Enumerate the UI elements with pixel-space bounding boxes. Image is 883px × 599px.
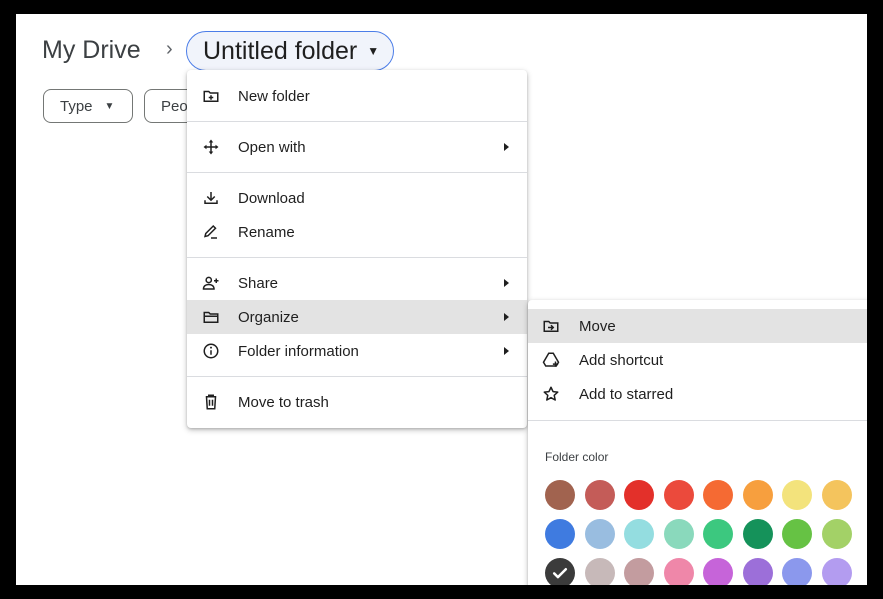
- folder-color-swatch[interactable]: [782, 480, 812, 510]
- folder-color-swatch[interactable]: [742, 558, 773, 585]
- share-icon: [201, 273, 221, 293]
- folder-color-swatch[interactable]: [821, 558, 852, 585]
- trash-icon: [201, 392, 221, 412]
- folder-color-swatch[interactable]: [663, 519, 694, 549]
- submenu-item-label: Add to starred: [579, 385, 674, 403]
- folder-color-swatch[interactable]: [624, 480, 654, 510]
- add-shortcut-icon: [541, 350, 561, 370]
- folder-color-swatch[interactable]: [703, 558, 733, 585]
- organize-icon: [201, 307, 221, 327]
- submenu-item-add-shortcut[interactable]: Add shortcut: [528, 343, 867, 377]
- submenu-arrow-icon: [504, 347, 509, 355]
- submenu-item-label: Move: [579, 317, 616, 335]
- menu-item-label: Move to trash: [238, 393, 329, 411]
- context-menu: New folder Open with Download Rename Sha…: [187, 70, 527, 428]
- breadcrumb-separator-icon: ›: [166, 38, 173, 60]
- menu-item-label: Organize: [238, 308, 299, 326]
- open-with-icon: [201, 137, 221, 157]
- folder-color-swatch[interactable]: [821, 519, 852, 549]
- rename-icon: [201, 222, 221, 242]
- drive-window: My Drive › Untitled folder ▼ Type ▼ Peo …: [16, 14, 867, 585]
- menu-divider: [528, 420, 867, 421]
- submenu-arrow-icon: [504, 143, 509, 151]
- folder-color-swatch[interactable]: [782, 519, 812, 549]
- people-filter-label: Peo: [161, 97, 188, 115]
- menu-item-open-with[interactable]: Open with: [187, 130, 527, 164]
- organize-submenu: Move Add shortcut Add to starred Folder …: [528, 300, 867, 585]
- breadcrumb-my-drive[interactable]: My Drive: [42, 36, 141, 65]
- current-folder-label: Untitled folder: [203, 36, 358, 65]
- folder-color-swatch[interactable]: [782, 558, 812, 585]
- menu-divider: [187, 172, 527, 173]
- menu-item-new-folder[interactable]: New folder: [187, 79, 527, 113]
- submenu-item-move[interactable]: Move: [528, 309, 867, 343]
- menu-item-label: Open with: [238, 138, 306, 156]
- folder-color-swatch[interactable]: [584, 558, 615, 585]
- type-filter-label: Type: [60, 97, 93, 115]
- new-folder-icon: [201, 86, 221, 106]
- menu-divider: [187, 257, 527, 258]
- type-filter-chip[interactable]: Type ▼: [43, 89, 133, 123]
- breadcrumb-current-folder-button[interactable]: Untitled folder ▼: [186, 31, 395, 71]
- move-icon: [541, 316, 561, 336]
- folder-color-swatch[interactable]: [584, 519, 615, 549]
- folder-color-swatch[interactable]: [545, 519, 575, 549]
- submenu-item-label: Add shortcut: [579, 351, 664, 369]
- caret-down-icon: ▼: [367, 44, 380, 58]
- menu-item-download[interactable]: Download: [187, 181, 527, 215]
- submenu-arrow-icon: [504, 279, 509, 287]
- folder-color-swatch[interactable]: [545, 558, 575, 585]
- star-icon: [541, 384, 561, 404]
- folder-color-swatch[interactable]: [663, 480, 694, 510]
- menu-item-organize[interactable]: Organize: [187, 300, 527, 334]
- submenu-item-add-to-starred[interactable]: Add to starred: [528, 377, 867, 411]
- menu-item-share[interactable]: Share: [187, 266, 527, 300]
- folder-color-swatch[interactable]: [742, 480, 773, 510]
- folder-color-swatch[interactable]: [703, 480, 733, 510]
- menu-item-rename[interactable]: Rename: [187, 215, 527, 249]
- menu-item-label: Rename: [238, 223, 295, 241]
- folder-color-swatch[interactable]: [703, 519, 733, 549]
- menu-divider: [187, 376, 527, 377]
- folder-color-swatch[interactable]: [545, 480, 575, 510]
- submenu-arrow-icon: [504, 313, 509, 321]
- menu-item-label: Download: [238, 189, 305, 207]
- menu-divider: [187, 121, 527, 122]
- menu-item-label: New folder: [238, 87, 310, 105]
- menu-item-label: Share: [238, 274, 279, 292]
- folder-color-swatch[interactable]: [624, 519, 654, 549]
- folder-color-swatch[interactable]: [742, 519, 773, 549]
- folder-color-swatch[interactable]: [663, 558, 694, 585]
- caret-down-icon: ▼: [104, 100, 115, 112]
- folder-color-title: Folder color: [545, 450, 609, 464]
- folder-color-swatch[interactable]: [584, 480, 615, 510]
- menu-item-label: Folder information: [238, 342, 359, 360]
- menu-item-folder-information[interactable]: Folder information: [187, 334, 527, 368]
- folder-color-swatch[interactable]: [624, 558, 654, 585]
- info-icon: [201, 341, 221, 361]
- menu-item-move-to-trash[interactable]: Move to trash: [187, 385, 527, 419]
- download-icon: [201, 188, 221, 208]
- checkmark-icon: [545, 558, 575, 585]
- folder-color-swatch[interactable]: [821, 480, 852, 510]
